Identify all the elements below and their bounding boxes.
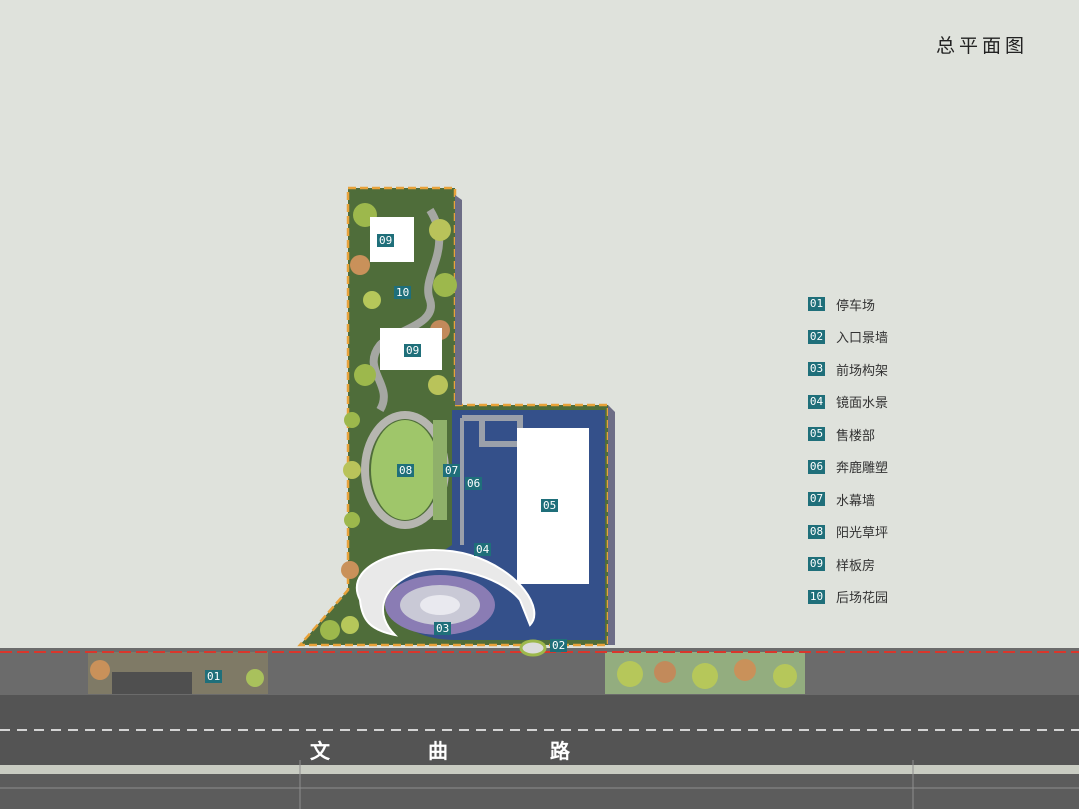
legend-badge: 02 — [808, 329, 825, 344]
legend-label: 入口景墙 — [836, 331, 889, 347]
legend-label: 样板房 — [836, 558, 876, 574]
legend-item: 09 样板房 — [808, 548, 888, 581]
legend-item: 05 售楼部 — [808, 418, 888, 451]
legend-badge: 06 — [808, 459, 825, 474]
legend-badge: 03 — [808, 362, 825, 377]
legend-item: 10 后场花园 — [808, 581, 888, 614]
tag-parking: 01 — [205, 670, 223, 683]
legend-label: 阳光草坪 — [836, 526, 889, 542]
entrance-wall — [519, 639, 547, 657]
legend-item: 06 奔鹿雕塑 — [808, 451, 888, 484]
legend-item: 02 入口景墙 — [808, 321, 888, 354]
tag-front-pavilion: 03 — [434, 622, 452, 635]
legend-badge: 08 — [808, 524, 825, 539]
tag-back-garden: 10 — [394, 286, 412, 299]
tag-sales-office: 05 — [541, 499, 559, 512]
road-name-char: 文 — [310, 739, 330, 763]
legend-badge: 01 — [808, 297, 825, 312]
tag-show-house: 09 — [404, 344, 422, 357]
frontage-strip — [88, 652, 805, 694]
tag-mirror-water: 04 — [474, 543, 492, 556]
legend-badge: 07 — [808, 492, 825, 507]
road-name-char: 路 — [550, 739, 570, 763]
legend: 01 停车场 02 入口景墙 03 前场构架 04 镜面水景 05 售楼部 06 奔鹿雕塑 … — [808, 288, 888, 613]
legend-item: 08 阳光草坪 — [808, 516, 888, 549]
legend-item: 04 镜面水景 — [808, 386, 888, 419]
page-title: 总平面图 — [936, 35, 1029, 57]
legend-item: 03 前场构架 — [808, 353, 888, 386]
legend-item: 07 水幕墙 — [808, 483, 888, 516]
legend-badge: 05 — [808, 427, 825, 442]
legend-item: 01 停车场 — [808, 288, 888, 321]
legend-label: 售楼部 — [836, 428, 876, 444]
road-name-char: 曲 — [428, 739, 448, 763]
legend-badge: 09 — [808, 557, 825, 572]
tag-deer-sculpture: 06 — [465, 477, 483, 490]
site-plan-map — [0, 186, 1079, 809]
legend-label: 停车场 — [836, 298, 876, 314]
legend-label: 后场花园 — [836, 591, 889, 607]
legend-label: 水幕墙 — [836, 493, 876, 509]
legend-label: 前场构架 — [836, 363, 889, 379]
tag-water-curtain: 07 — [443, 464, 461, 477]
legend-badge: 10 — [808, 589, 825, 604]
legend-badge: 04 — [808, 394, 825, 409]
legend-label: 奔鹿雕塑 — [836, 461, 889, 477]
tag-show-house: 09 — [377, 234, 395, 247]
tag-entrance-wall: 02 — [550, 639, 568, 652]
tag-sunny-lawn: 08 — [397, 464, 415, 477]
legend-label: 镜面水景 — [836, 396, 889, 412]
